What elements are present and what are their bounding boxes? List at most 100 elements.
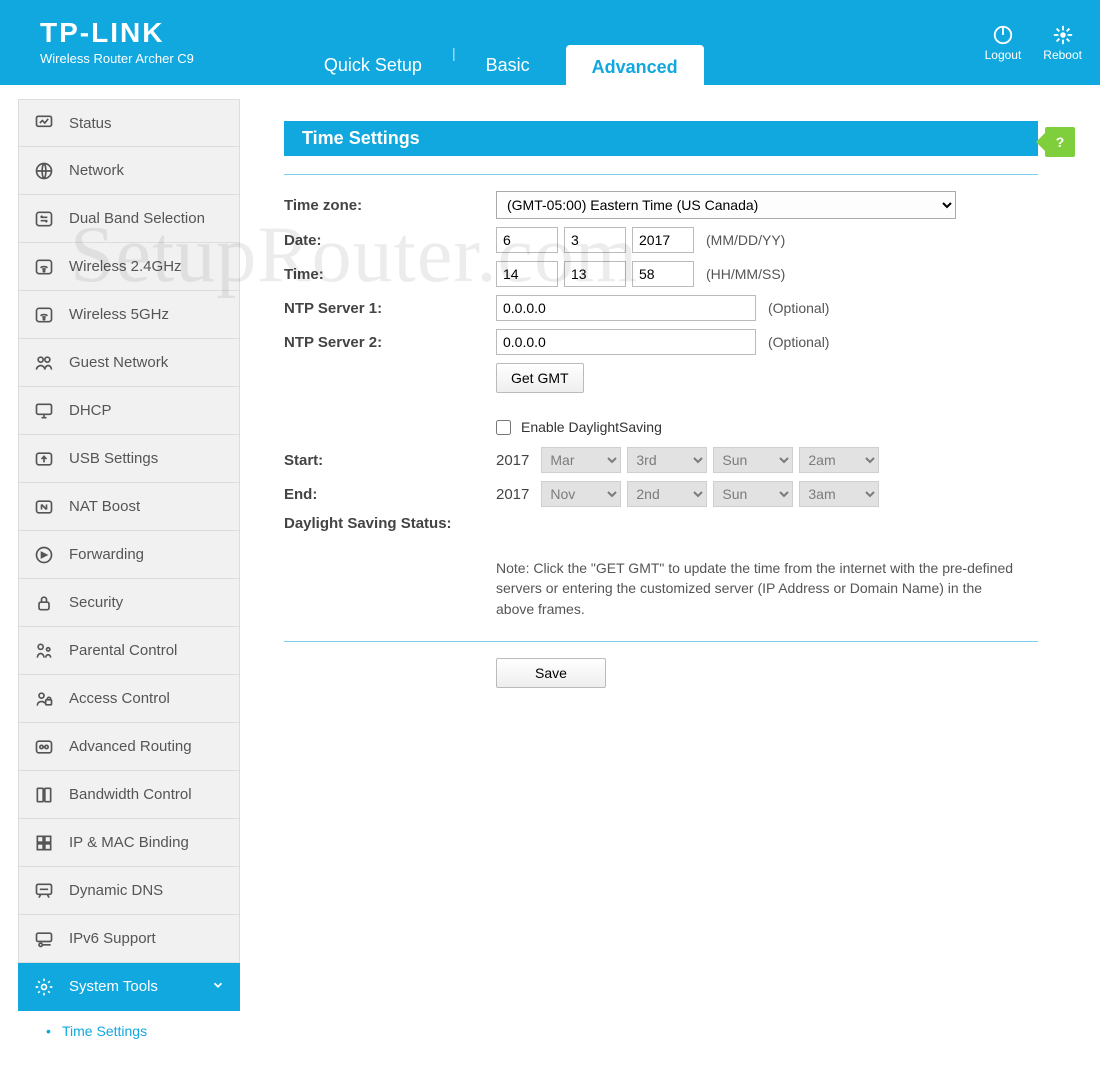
- end-day-select[interactable]: Sun: [713, 481, 793, 507]
- timezone-select[interactable]: (GMT-05:00) Eastern Time (US Canada): [496, 191, 956, 219]
- ntp2-hint: (Optional): [768, 334, 829, 350]
- brand-block: TP-LINK Wireless Router Archer C9: [40, 19, 194, 66]
- end-hour-select[interactable]: 3am: [799, 481, 879, 507]
- sidebar-label: IPv6 Support: [69, 930, 156, 947]
- sidebar-label: Guest Network: [69, 354, 168, 371]
- brand-logo: TP-LINK: [40, 19, 194, 47]
- product-name: Wireless Router Archer C9: [40, 51, 194, 66]
- divider: [284, 641, 1038, 642]
- usb-icon: [33, 448, 55, 470]
- end-week-select[interactable]: 2nd: [627, 481, 707, 507]
- users-icon: [33, 352, 55, 374]
- ntp1-hint: (Optional): [768, 300, 829, 316]
- bandwidth-icon: [33, 784, 55, 806]
- content-panel: Time Settings ? Time zone: (GMT-05:00) E…: [240, 99, 1082, 1051]
- tab-basic[interactable]: Basic: [462, 45, 554, 85]
- time-ss-input[interactable]: [632, 261, 694, 287]
- sidebar-item-parental[interactable]: Parental Control: [18, 627, 240, 675]
- status-icon: [33, 112, 55, 134]
- sidebar-item-ipmac[interactable]: IP & MAC Binding: [18, 819, 240, 867]
- sidebar-item-guest[interactable]: Guest Network: [18, 339, 240, 387]
- date-year-input[interactable]: [632, 227, 694, 253]
- sidebar-item-nat[interactable]: NAT Boost: [18, 483, 240, 531]
- sidebar-item-dualband[interactable]: Dual Band Selection: [18, 195, 240, 243]
- time-mm-input[interactable]: [564, 261, 626, 287]
- sidebar-label: Security: [69, 594, 123, 611]
- sidebar-item-access[interactable]: Access Control: [18, 675, 240, 723]
- ntp2-input[interactable]: [496, 329, 756, 355]
- dst-enable-checkbox[interactable]: [496, 420, 511, 435]
- label-timezone: Time zone:: [284, 197, 496, 214]
- tab-quick-setup[interactable]: Quick Setup: [300, 45, 446, 85]
- tab-advanced[interactable]: Advanced: [566, 45, 704, 85]
- sidebar-label: System Tools: [69, 978, 158, 995]
- sidebar-label: IP & MAC Binding: [69, 834, 189, 851]
- power-icon: [992, 24, 1014, 46]
- sidebar-label: Dynamic DNS: [69, 882, 163, 899]
- sidebar-item-ddns[interactable]: Dynamic DNS: [18, 867, 240, 915]
- sidebar-item-dhcp[interactable]: DHCP: [18, 387, 240, 435]
- label-dss: Daylight Saving Status:: [284, 515, 496, 532]
- sidebar-label: USB Settings: [69, 450, 158, 467]
- sidebar-label: Parental Control: [69, 642, 177, 659]
- sidebar-item-forwarding[interactable]: Forwarding: [18, 531, 240, 579]
- logout-button[interactable]: Logout: [985, 24, 1022, 62]
- sidebar-item-wireless5[interactable]: Wireless 5GHz: [18, 291, 240, 339]
- wifi-icon: [33, 304, 55, 326]
- sidebar-item-wireless24[interactable]: Wireless 2.4GHz: [18, 243, 240, 291]
- reboot-icon: [1052, 24, 1074, 46]
- sidebar-item-ipv6[interactable]: IPv6 Support: [18, 915, 240, 963]
- sidebar: Status Network Dual Band Selection Wirel…: [18, 99, 240, 1051]
- get-gmt-button[interactable]: Get GMT: [496, 363, 584, 393]
- sidebar-item-routing[interactable]: Advanced Routing: [18, 723, 240, 771]
- divider: [284, 174, 1038, 175]
- sidebar-label: DHCP: [69, 402, 112, 419]
- sidebar-item-network[interactable]: Network: [18, 147, 240, 195]
- sidebar-item-status[interactable]: Status: [18, 99, 240, 147]
- sidebar-label: Bandwidth Control: [69, 786, 192, 803]
- time-hint: (HH/MM/SS): [706, 266, 785, 282]
- sidebar-label: NAT Boost: [69, 498, 140, 515]
- family-icon: [33, 640, 55, 662]
- globe-icon: [33, 160, 55, 182]
- date-hint: (MM/DD/YY): [706, 232, 785, 248]
- sidebar-label: Wireless 2.4GHz: [69, 258, 182, 275]
- reboot-label: Reboot: [1043, 48, 1082, 62]
- save-button[interactable]: Save: [496, 658, 606, 688]
- sidebar-label: Status: [69, 115, 112, 132]
- sidebar-item-bandwidth[interactable]: Bandwidth Control: [18, 771, 240, 819]
- sidebar-item-security[interactable]: Security: [18, 579, 240, 627]
- sidebar-item-usb[interactable]: USB Settings: [18, 435, 240, 483]
- label-ntp1: NTP Server 1:: [284, 300, 496, 317]
- chevron-down-icon: [211, 978, 225, 996]
- routing-icon: [33, 736, 55, 758]
- sidebar-label: Network: [69, 162, 124, 179]
- forward-icon: [33, 544, 55, 566]
- help-button[interactable]: ?: [1045, 127, 1075, 157]
- wifi-icon: [33, 256, 55, 278]
- start-hour-select[interactable]: 2am: [799, 447, 879, 473]
- reboot-button[interactable]: Reboot: [1043, 24, 1082, 62]
- end-year: 2017: [496, 486, 529, 503]
- app-header: TP-LINK Wireless Router Archer C9 Quick …: [0, 0, 1100, 85]
- date-month-input[interactable]: [496, 227, 558, 253]
- ipv6-icon: [33, 928, 55, 950]
- label-ntp2: NTP Server 2:: [284, 334, 496, 351]
- sidebar-sub-time-settings[interactable]: Time Settings: [18, 1011, 240, 1051]
- panel-title: Time Settings: [284, 121, 1038, 156]
- date-day-input[interactable]: [564, 227, 626, 253]
- end-month-select[interactable]: Nov: [541, 481, 621, 507]
- sidebar-label: Advanced Routing: [69, 738, 192, 755]
- label-time: Time:: [284, 266, 496, 283]
- time-hh-input[interactable]: [496, 261, 558, 287]
- grid-icon: [33, 832, 55, 854]
- swap-icon: [33, 208, 55, 230]
- sidebar-item-systemtools[interactable]: System Tools: [18, 963, 240, 1011]
- ntp1-input[interactable]: [496, 295, 756, 321]
- start-day-select[interactable]: Sun: [713, 447, 793, 473]
- start-month-select[interactable]: Mar: [541, 447, 621, 473]
- boost-icon: [33, 496, 55, 518]
- dst-enable-label: Enable DaylightSaving: [521, 419, 662, 435]
- label-date: Date:: [284, 232, 496, 249]
- start-week-select[interactable]: 3rd: [627, 447, 707, 473]
